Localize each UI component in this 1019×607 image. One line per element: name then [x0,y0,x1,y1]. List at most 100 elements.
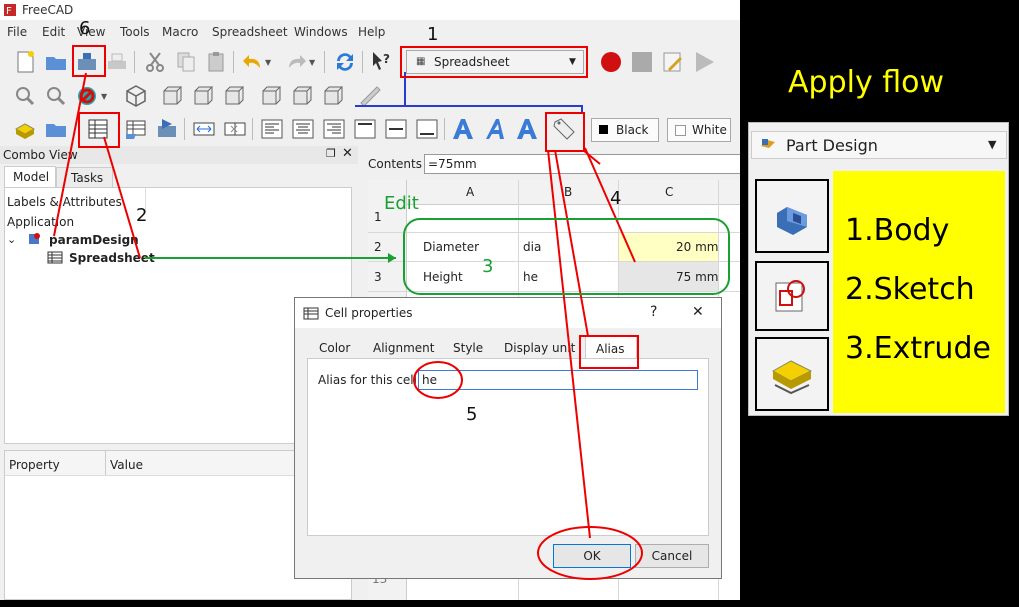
export-spreadsheet-icon[interactable] [154,116,180,142]
alias-input[interactable]: he [418,370,698,390]
tab-color[interactable]: Color [319,341,350,355]
alias-tab-panel: Alias for this cell he [307,358,709,536]
front-view-icon[interactable] [159,83,185,109]
style-underline-icon[interactable] [514,116,540,142]
annotation-4: 4 [610,188,622,209]
paste-icon[interactable] [203,49,229,75]
background-color-button[interactable]: White [667,118,731,142]
align-bottom-icon[interactable] [414,116,440,142]
row-header-2[interactable]: 2 [374,240,382,254]
part-icon[interactable] [12,116,38,142]
float-icon[interactable]: ❐ [326,147,336,160]
annotation-5: 5 [466,404,478,425]
fit-all-icon[interactable] [12,83,38,109]
left-view-icon[interactable] [320,83,346,109]
measure-icon[interactable] [357,83,383,109]
row-header-1[interactable]: 1 [374,210,382,224]
align-right-icon[interactable] [321,116,347,142]
svg-text:?: ? [383,52,390,66]
help-button[interactable]: ? [650,304,657,320]
cut-icon[interactable] [142,49,168,75]
column-header-a[interactable]: A [466,185,474,199]
group-icon[interactable] [43,116,69,142]
ok-button[interactable]: OK [553,544,631,568]
menu-windows[interactable]: Windows [294,25,348,39]
tree-item-spreadsheet[interactable]: Spreadsheet [69,251,155,265]
extrude-button[interactable] [755,337,829,411]
cell-b2[interactable]: dia [523,240,541,254]
right-view-icon[interactable] [221,83,247,109]
column-header-c[interactable]: C [665,185,673,199]
rear-view-icon[interactable] [258,83,284,109]
bottom-view-icon[interactable] [289,83,315,109]
value-column-header: Value [110,458,143,472]
menu-file[interactable]: File [7,25,27,39]
tab-tasks[interactable]: Tasks [56,167,113,187]
annotation-2: 2 [136,205,148,226]
cell-a3[interactable]: Height [423,270,463,284]
merge-cells-icon[interactable] [191,116,217,142]
contents-input[interactable]: =75mm [424,154,740,174]
black-label: Black [616,123,649,137]
cell-c2[interactable]: 20 mm [676,240,718,254]
part-design-selector[interactable]: Part Design ▼ [751,131,1007,159]
toolbar-file: ▼ ▼ ? ▦ Spreadsheet ▼ [0,46,740,78]
tree-item-paramdesign[interactable]: paramDesign [49,233,139,247]
import-spreadsheet-icon[interactable] [123,116,149,142]
tab-style[interactable]: Style [453,341,483,355]
whats-this-icon[interactable]: ? [369,49,395,75]
split-cell-icon[interactable] [222,116,248,142]
step-sketch: 2.Sketch [845,272,975,307]
align-center-icon[interactable] [290,116,316,142]
highlight-create-sheet [78,112,120,148]
align-top-icon[interactable] [352,116,378,142]
align-left-icon[interactable] [259,116,285,142]
part-design-label: Part Design [786,136,878,155]
step-extrude: 3.Extrude [845,331,991,366]
cell-c3[interactable]: 75 mm [676,270,718,284]
style-bold-icon[interactable] [450,116,476,142]
isometric-view-icon[interactable] [123,83,149,109]
edit-macro-icon[interactable] [660,49,686,75]
spreadsheet-icon [303,307,319,320]
copy-icon[interactable] [173,49,199,75]
cancel-button[interactable]: Cancel [635,544,709,568]
body-button[interactable] [755,179,829,253]
expand-chevron-icon[interactable]: ⌄ [7,233,16,246]
redo-icon[interactable] [283,49,309,75]
menu-spreadsheet[interactable]: Spreadsheet [212,25,288,39]
align-vcenter-icon[interactable] [383,116,409,142]
open-folder-icon[interactable] [43,49,69,75]
menu-edit[interactable]: Edit [42,25,65,39]
draw-style-icon[interactable] [74,83,100,109]
contents-label: Contents [368,157,422,171]
extrude-icon [771,360,813,395]
undo-icon[interactable] [240,49,266,75]
record-macro-icon[interactable] [598,49,624,75]
dialog-close-button[interactable]: ✕ [692,304,704,320]
refresh-icon[interactable] [332,49,358,75]
sketch-button[interactable] [755,261,829,331]
tab-alignment[interactable]: Alignment [373,341,434,355]
row-header-3[interactable]: 3 [374,270,382,284]
fit-selection-icon[interactable] [43,83,69,109]
style-italic-icon[interactable] [483,116,509,142]
tab-model[interactable]: Model [4,166,56,187]
menu-help[interactable]: Help [358,25,385,39]
part-design-panel: Part Design ▼ 1.Body 2.Sketch 3.Extrude [748,122,1009,416]
menu-tools[interactable]: Tools [120,25,150,39]
column-header-b[interactable]: B [564,185,572,199]
cell-b3[interactable]: he [523,270,538,284]
tab-display-unit[interactable]: Display unit [504,341,575,355]
menu-macro[interactable]: Macro [162,25,198,39]
foreground-color-button[interactable]: Black [591,118,659,142]
cell-a2[interactable]: Diameter [423,240,479,254]
stop-macro-icon[interactable] [629,49,655,75]
run-macro-icon[interactable] [691,49,717,75]
new-document-icon[interactable] [12,49,38,75]
top-view-icon[interactable] [190,83,216,109]
print-icon[interactable] [104,49,130,75]
annotation-1: 1 [427,24,439,45]
labels-attributes-header: Labels & Attributes [7,195,122,209]
close-icon[interactable]: ✕ [342,146,353,161]
